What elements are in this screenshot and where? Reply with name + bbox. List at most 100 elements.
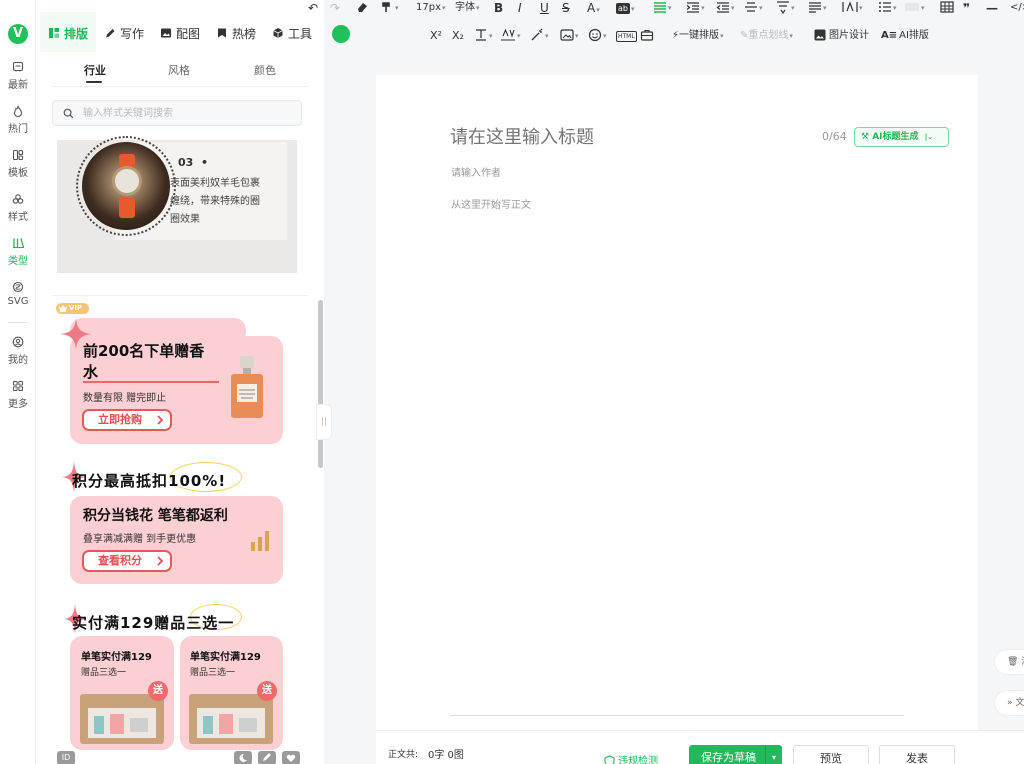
superscript-icon[interactable]: X² [430, 28, 442, 44]
rail-item-svg[interactable]: SVG [0, 280, 36, 307]
bullet-list-icon[interactable]: ▾ [878, 0, 897, 16]
text-side-button[interactable]: » 文 [994, 690, 1024, 716]
character-spacing-icon[interactable]: ▾ [500, 28, 521, 44]
quote-icon[interactable]: ❞ [963, 0, 970, 16]
heart-icon[interactable] [282, 751, 300, 764]
save-draft-button[interactable]: 保存为草稿 ▾ [689, 745, 782, 764]
ai-icon: A≡ [881, 30, 898, 41]
edit-icon[interactable] [258, 751, 276, 764]
gift-badge: 送 [148, 681, 168, 701]
rail-item-latest[interactable]: 最新 [0, 60, 36, 91]
tab-write[interactable]: 写作 [104, 22, 144, 44]
tab-tools[interactable]: 工具 [272, 22, 312, 44]
paragraph-spacing-icon[interactable]: ▾ [744, 0, 763, 16]
underline-icon[interactable]: U [540, 0, 549, 16]
block-style-icon[interactable]: ▾ [904, 0, 925, 16]
italic-icon[interactable]: I [518, 0, 522, 16]
save-dropdown-caret[interactable]: ▾ [765, 745, 782, 764]
ai-title-generate-button[interactable]: ⚒ AI标题生成 |⌄ [854, 127, 949, 147]
subtab-industry[interactable]: 行业 [84, 62, 106, 78]
ai-layout-button[interactable]: A≡ AI排版 [881, 28, 929, 44]
side-label: 文 [1015, 698, 1024, 708]
subtab-divider [52, 86, 308, 87]
app-logo[interactable]: V [8, 24, 28, 44]
preview-button[interactable]: 预览 [793, 745, 869, 764]
search-input[interactable] [83, 105, 293, 122]
magic-wand-icon[interactable]: ▾ [530, 28, 549, 44]
letter-spacing-icon[interactable]: ▾ [842, 0, 863, 16]
rail-item-type[interactable]: 类型 [0, 236, 36, 267]
bookmark-icon [216, 27, 228, 39]
strikethrough-icon[interactable]: S [562, 0, 570, 16]
panel-collapse-handle[interactable]: || [316, 404, 332, 440]
rail-item-hot[interactable]: 热门 [0, 104, 36, 135]
undo-icon[interactable]: ↶ [308, 0, 318, 16]
rail-item-style[interactable]: 样式 [0, 192, 36, 223]
subscript-icon[interactable]: X₂ [452, 28, 464, 44]
emoji-icon[interactable]: ▾ [588, 28, 607, 44]
rail-divider [8, 322, 28, 323]
rail-item-label: 更多 [8, 399, 28, 410]
highlight-color-icon[interactable]: ab ▾ [616, 1, 635, 17]
article-title-input[interactable] [450, 127, 810, 148]
search-icon [63, 108, 74, 119]
bold-icon[interactable]: B [494, 0, 503, 16]
html-icon[interactable]: HTML [616, 28, 637, 44]
image-design-button[interactable]: 图片设计 [814, 28, 869, 44]
briefcase-icon[interactable] [640, 28, 654, 44]
tab-layout[interactable]: 排版 [48, 22, 88, 44]
promo2-desc: 叠享满减满赠 到手更优惠 [83, 534, 197, 545]
promo1-buy-button[interactable]: 立即抢购 [82, 409, 172, 431]
news-icon [0, 60, 36, 74]
author-input[interactable]: 请输入作者 [451, 164, 501, 179]
outdent-icon[interactable]: ▾ [716, 0, 735, 16]
pen-icon [104, 27, 116, 39]
tab-label: 热榜 [232, 26, 257, 41]
rail-item-mine[interactable]: 我的 [0, 335, 36, 366]
eraser-icon[interactable] [356, 0, 368, 16]
promo2-points-button[interactable]: 查看积分 [82, 550, 172, 572]
align-left-icon[interactable]: ▾ [653, 0, 672, 16]
promo1-desc: 数量有限 赠完即止 [83, 393, 167, 404]
indent-icon[interactable]: ▾ [686, 0, 705, 16]
font-size-value: 17px [416, 2, 441, 13]
violation-check-button[interactable]: 违规检测 [604, 752, 658, 764]
tab-hotlist[interactable]: 热榜 [216, 22, 256, 44]
one-click-layout-button[interactable]: ⚡一键排版▾ [672, 28, 724, 44]
tab-image[interactable]: 配图 [160, 22, 200, 44]
fire-icon [0, 104, 36, 118]
gift-box-image [189, 694, 273, 744]
body-editor-placeholder[interactable]: 从这里开始写正文 [451, 196, 531, 211]
publish-button[interactable]: 发表 [879, 745, 955, 764]
button-label: 重点划线 [748, 30, 789, 41]
moon-icon[interactable] [234, 751, 252, 764]
panel-divider [52, 295, 308, 296]
button-label: 查看积分 [98, 554, 142, 567]
clear-side-button[interactable]: 🗑 清 [994, 649, 1024, 675]
desc-line: 圈效果 [170, 214, 200, 225]
rail-item-more[interactable]: 更多 [0, 379, 36, 410]
format-painter-icon[interactable]: ▾ [380, 0, 399, 16]
divider-line-icon[interactable]: — [986, 0, 998, 16]
code-view-icon[interactable]: </> [1010, 0, 1024, 16]
table-icon[interactable] [940, 0, 954, 16]
list-spacing-icon[interactable]: ▾ [808, 0, 827, 16]
id-icon[interactable]: ID [57, 751, 75, 764]
double-chevron-icon: » [1007, 698, 1013, 708]
font-color-icon[interactable]: A▾ [587, 0, 600, 16]
panel-scrollbar[interactable] [318, 300, 323, 468]
line-height-icon[interactable]: ▾ [776, 0, 795, 16]
subtab-style[interactable]: 风格 [168, 62, 190, 78]
font-family-select[interactable]: 字体▾ [455, 0, 480, 16]
font-size-select[interactable]: 17px▾ [416, 0, 446, 16]
rail-item-label: SVG [7, 296, 29, 307]
text-transform-icon[interactable]: ▾ [474, 28, 493, 44]
subtab-color[interactable]: 颜色 [254, 62, 276, 78]
more-icon [0, 379, 36, 393]
style-icon [0, 192, 36, 206]
image-insert-icon[interactable]: ▾ [560, 28, 579, 44]
rail-item-template[interactable]: 模板 [0, 148, 36, 179]
key-underline-button[interactable]: ✎重点划线▾ [740, 28, 793, 44]
redo-icon[interactable]: ↷ [330, 0, 340, 16]
top-nav: 排版 写作 配图 热榜 工具 [36, 12, 354, 52]
